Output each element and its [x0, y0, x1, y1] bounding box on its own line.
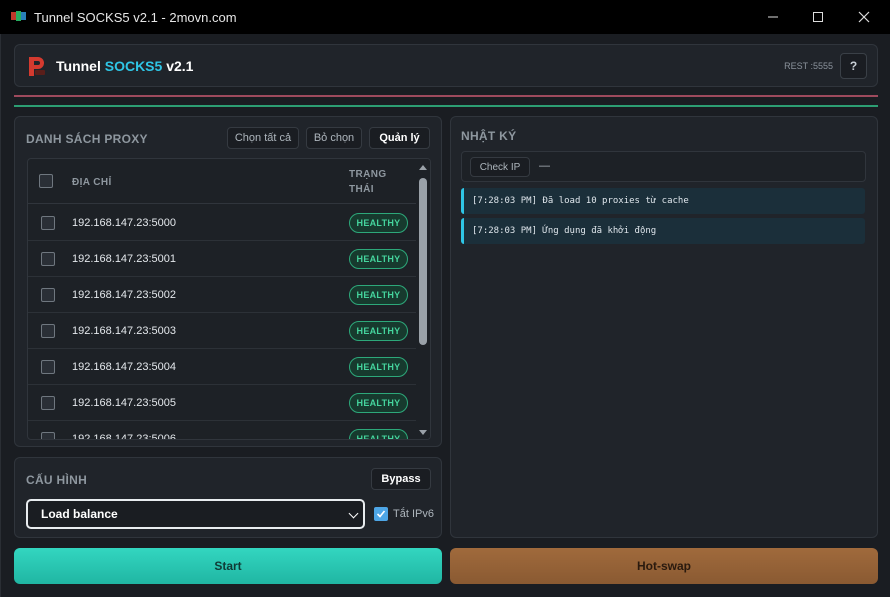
table-row[interactable]: 192.168.147.23:5003 HEALTHY	[28, 313, 418, 349]
minimize-button[interactable]	[750, 0, 796, 34]
status-badge: HEALTHY	[349, 213, 408, 233]
help-button[interactable]: ?	[840, 53, 867, 79]
row-checkbox[interactable]	[41, 324, 55, 338]
column-status-line1: TRẠNG	[349, 169, 387, 180]
mode-select-value: Load balance	[41, 507, 118, 521]
select-all-checkbox[interactable]	[39, 174, 53, 188]
start-button[interactable]: Start	[14, 548, 442, 584]
app-name-suffix: v2.1	[162, 58, 194, 74]
window-titlebar: Tunnel SOCKS5 v2.1 - 2movn.com	[0, 0, 890, 34]
select-all-button[interactable]: Chọn tất cả	[227, 127, 299, 149]
divider-red	[14, 95, 878, 97]
column-status-line2: THÁI	[349, 184, 374, 195]
app-header: Tunnel SOCKS5 v2.1 REST :5555 ?	[14, 44, 878, 87]
log-entry: [7:28:03 PM] Ứng dụng đã khởi động	[461, 218, 865, 244]
status-badge: HEALTHY	[349, 429, 408, 439]
app-body: Tunnel SOCKS5 v2.1 REST :5555 ? DANH SÁC…	[0, 34, 890, 597]
proxy-address: 192.168.147.23:5001	[72, 253, 176, 265]
row-checkbox[interactable]	[41, 396, 55, 410]
maximize-button[interactable]	[795, 0, 841, 34]
scroll-thumb[interactable]	[419, 178, 427, 345]
column-address: ĐỊA CHỈ	[72, 177, 112, 188]
maximize-icon	[813, 12, 823, 22]
table-header: ĐỊA CHỈ TRẠNG THÁI	[28, 159, 418, 204]
scroll-up-icon[interactable]	[419, 165, 427, 170]
proxy-panel-title: DANH SÁCH PROXY	[26, 132, 148, 146]
ipv6-label: Tắt IPv6	[393, 508, 434, 520]
manage-button[interactable]: Quản lý	[369, 127, 430, 149]
close-icon	[858, 11, 870, 23]
proxy-address: 192.168.147.23:5003	[72, 325, 176, 337]
row-checkbox[interactable]	[41, 432, 55, 439]
minimize-icon	[768, 16, 778, 18]
table-row[interactable]: 192.168.147.23:5001 HEALTHY	[28, 241, 418, 277]
log-panel: NHẬT KÝ Check IP — [7:28:03 PM] Đã load …	[450, 116, 878, 538]
ipv6-checkbox[interactable]	[374, 507, 388, 521]
table-row[interactable]: 192.168.147.23:5002 HEALTHY	[28, 277, 418, 313]
proxy-address: 192.168.147.23:5005	[72, 397, 176, 409]
check-ip-bar: Check IP —	[461, 151, 866, 182]
rest-port-label: REST :5555	[784, 61, 833, 71]
table-row[interactable]: 192.168.147.23:5006 HEALTHY	[28, 421, 418, 440]
mode-select[interactable]: Load balance	[26, 499, 365, 529]
app-name-accent: SOCKS5	[104, 58, 163, 74]
proxy-address: 192.168.147.23:5002	[72, 289, 176, 301]
app-name: Tunnel SOCKS5 v2.1	[56, 58, 193, 74]
status-badge: HEALTHY	[349, 393, 408, 413]
log-entry: [7:28:03 PM] Đã load 10 proxies từ cache	[461, 188, 865, 214]
table-scrollbar[interactable]	[416, 159, 430, 439]
close-button[interactable]	[841, 0, 887, 34]
proxy-table: ĐỊA CHỈ TRẠNG THÁI 192.168.147.23:5000 HE…	[27, 158, 431, 440]
table-row[interactable]: 192.168.147.23:5004 HEALTHY	[28, 349, 418, 385]
check-ip-button[interactable]: Check IP	[470, 157, 530, 177]
proxy-address: 192.168.147.23:5004	[72, 361, 176, 373]
log-panel-title: NHẬT KÝ	[461, 129, 517, 143]
table-row[interactable]: 192.168.147.23:5000 HEALTHY	[28, 205, 418, 241]
app-name-prefix: Tunnel	[56, 58, 105, 74]
deselect-button[interactable]: Bỏ chọn	[306, 127, 362, 149]
check-icon	[376, 510, 386, 518]
logo-icon	[29, 57, 45, 76]
status-badge: HEALTHY	[349, 357, 408, 377]
proxy-address: 192.168.147.23:5006	[72, 433, 176, 440]
status-badge: HEALTHY	[349, 285, 408, 305]
row-checkbox[interactable]	[41, 360, 55, 374]
row-checkbox[interactable]	[41, 252, 55, 266]
scroll-down-icon[interactable]	[419, 430, 427, 435]
bypass-button[interactable]: Bypass	[371, 468, 431, 490]
proxy-address: 192.168.147.23:5000	[72, 217, 176, 229]
row-checkbox[interactable]	[41, 216, 55, 230]
window-title: Tunnel SOCKS5 v2.1 - 2movn.com	[34, 10, 237, 25]
app-window-icon	[11, 11, 26, 21]
proxy-panel: DANH SÁCH PROXY Chọn tất cả Bỏ chọn Quản…	[14, 116, 442, 447]
hotswap-button[interactable]: Hot-swap	[450, 548, 878, 584]
config-panel-title: CẤU HÌNH	[26, 473, 88, 487]
row-checkbox[interactable]	[41, 288, 55, 302]
chevron-down-icon	[348, 508, 359, 519]
divider-green	[14, 105, 878, 107]
status-badge: HEALTHY	[349, 249, 408, 269]
status-badge: HEALTHY	[349, 321, 408, 341]
config-panel: CẤU HÌNH Bypass Load balance Tắt IPv6	[14, 457, 442, 538]
table-row[interactable]: 192.168.147.23:5005 HEALTHY	[28, 385, 418, 421]
current-ip-value: —	[539, 160, 550, 172]
